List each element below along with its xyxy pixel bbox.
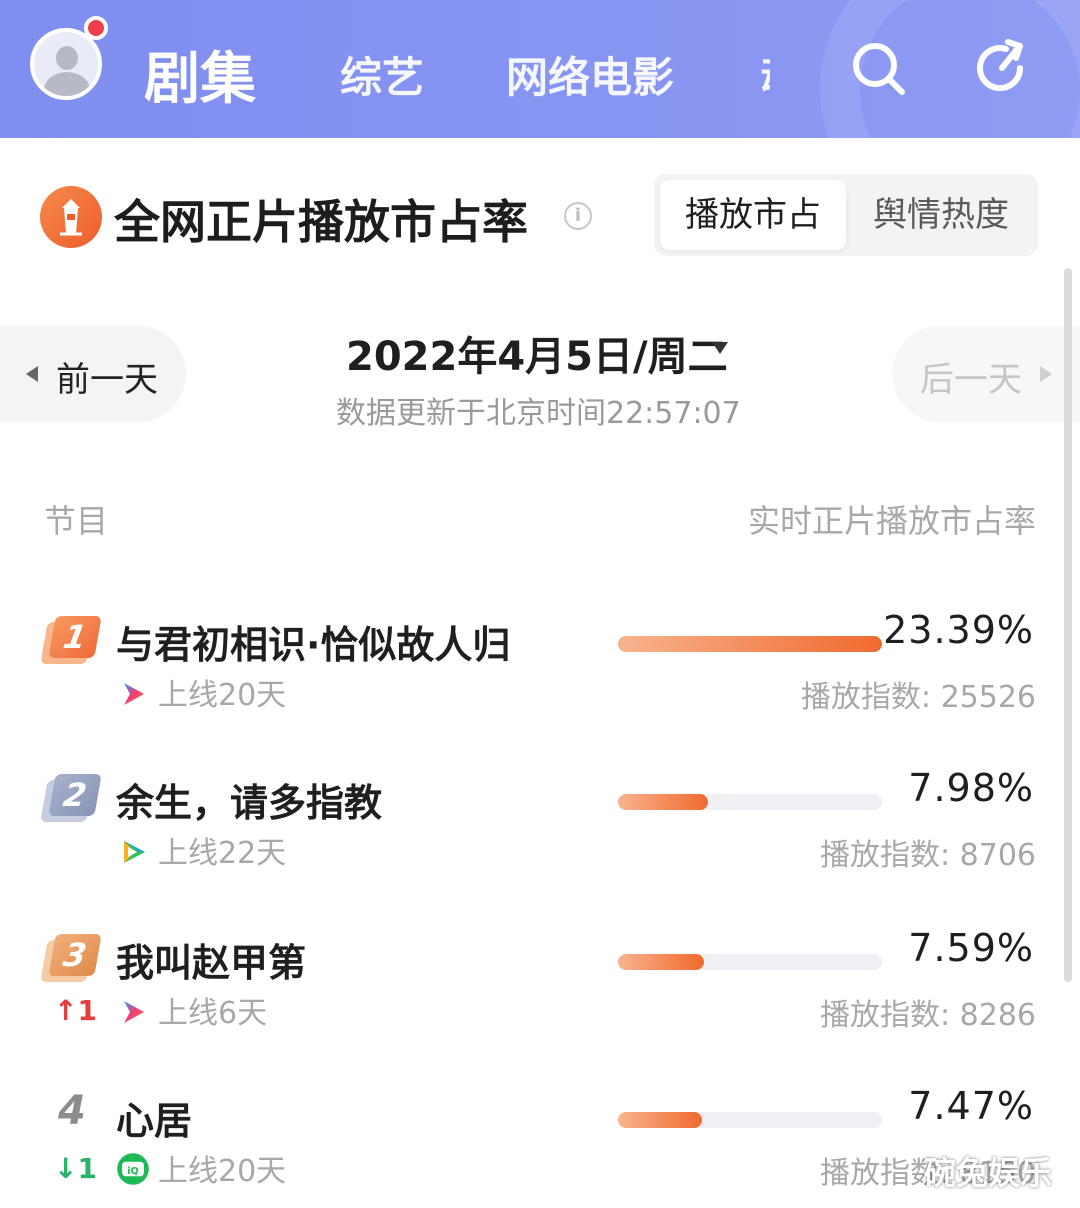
tab-web-movie[interactable]: 网络电影 [506,44,674,105]
lighthouse-icon [40,186,102,248]
search-icon[interactable] [848,38,908,98]
share-percent: 7.47% [908,1084,1034,1128]
tab-series[interactable]: 剧集 [144,34,256,115]
column-header-program: 节目 [44,502,109,540]
share-bar-fill [618,636,882,652]
info-icon[interactable]: i [564,202,592,230]
online-days: 上线6天 [158,996,268,1031]
rank-change-up: ↑1 [54,994,97,1027]
play-index: 播放指数: 8286 [820,998,1036,1033]
notification-dot [84,16,108,40]
top-nav: 剧集 综艺 网络电影 动 [0,0,1080,138]
share-percent: 7.59% [908,926,1034,970]
prev-day-label: 前一天 [56,360,158,400]
update-time: 数据更新于北京时间22:57:07 [336,396,741,431]
list-item[interactable]: 2 余生，请多指教 上线22天 7.98% 播放指数: 8706 [0,756,1080,896]
share-bar [618,1112,882,1128]
program-title: 与君初相识·恰似故人归 [116,623,511,667]
rank-number: 4 [58,1088,86,1134]
share-bar [618,636,882,652]
share-bar-fill [618,1112,703,1128]
rank-badge: 1 [40,616,102,664]
share-percent: 7.98% [908,766,1034,810]
online-days: 上线20天 [158,1154,287,1189]
tab-variety[interactable]: 综艺 [340,44,424,105]
rank-change-down: ↓1 [54,1152,97,1185]
caret-down-icon[interactable] [712,342,728,354]
rank-badge: 2 [40,774,102,822]
next-day-button[interactable]: 后一天 [892,326,1080,422]
rank-badge: 3 [40,934,102,982]
share-bar [618,794,882,810]
tencent-video-icon [124,841,145,863]
online-days: 上线20天 [158,678,287,713]
program-title: 余生，请多指教 [116,781,383,825]
play-index: 播放指数: 25526 [800,680,1036,715]
chevron-right-icon [1040,366,1052,382]
iqiyi-icon: iQ [117,1153,149,1185]
metric-toggle: 播放市占 舆情热度 [654,174,1038,256]
share-bar-fill [618,954,704,970]
youku-icon [124,683,144,705]
play-index: 播放指数: 8706 [820,838,1036,873]
list-item[interactable]: 4 ↓1 心居 iQ 上线20天 7.47% 播放指数: 8150 [0,1074,1080,1208]
toggle-buzz[interactable]: 舆情热度 [850,180,1032,250]
list-item[interactable]: 3 ↑1 我叫赵甲第 上线6天 7.59% 播放指数: 8286 [0,916,1080,1056]
watermark: 碗兔娱乐 [924,1154,1053,1192]
list-item[interactable]: 1 与君初相识·恰似故人归 上线20天 23.39% 播放指数: 25526 [0,598,1080,738]
online-days: 上线22天 [158,836,287,871]
chevron-left-icon [26,366,38,382]
page-title: 全网正片播放市占率 [114,195,528,249]
tab-animation[interactable]: 动 [760,44,770,105]
toggle-play-share[interactable]: 播放市占 [660,180,846,250]
program-title: 我叫赵甲第 [116,941,307,985]
share-percent: 23.39% [883,608,1034,652]
svg-text:iQ: iQ [127,1166,139,1177]
date-picker[interactable]: 2022年4月5日/周二 [346,324,728,382]
next-day-label: 后一天 [920,360,1022,400]
share-bar-fill [618,794,709,810]
program-title: 心居 [116,1099,193,1143]
prev-day-button[interactable]: 前一天 [0,326,186,422]
youku-icon [124,1001,144,1023]
share-icon[interactable] [972,38,1032,98]
share-bar [618,954,882,970]
column-header-share: 实时正片播放市占率 [747,502,1036,540]
